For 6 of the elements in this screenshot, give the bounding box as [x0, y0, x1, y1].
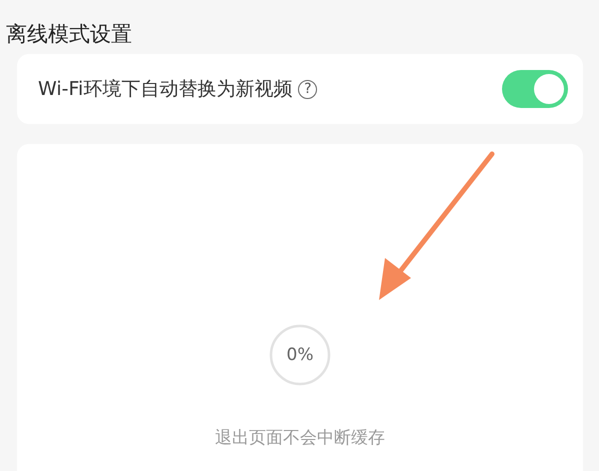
progress-percent: 0% — [286, 345, 314, 365]
toggle-switch[interactable] — [502, 70, 568, 108]
setting-label: Wi-Fi环境下自动替换为新视频 — [38, 77, 292, 102]
section-title: 离线模式设置 — [6, 24, 132, 45]
help-icon[interactable]: ? — [298, 80, 318, 98]
download-note: 退出页面不会中断缓存 — [215, 427, 385, 449]
